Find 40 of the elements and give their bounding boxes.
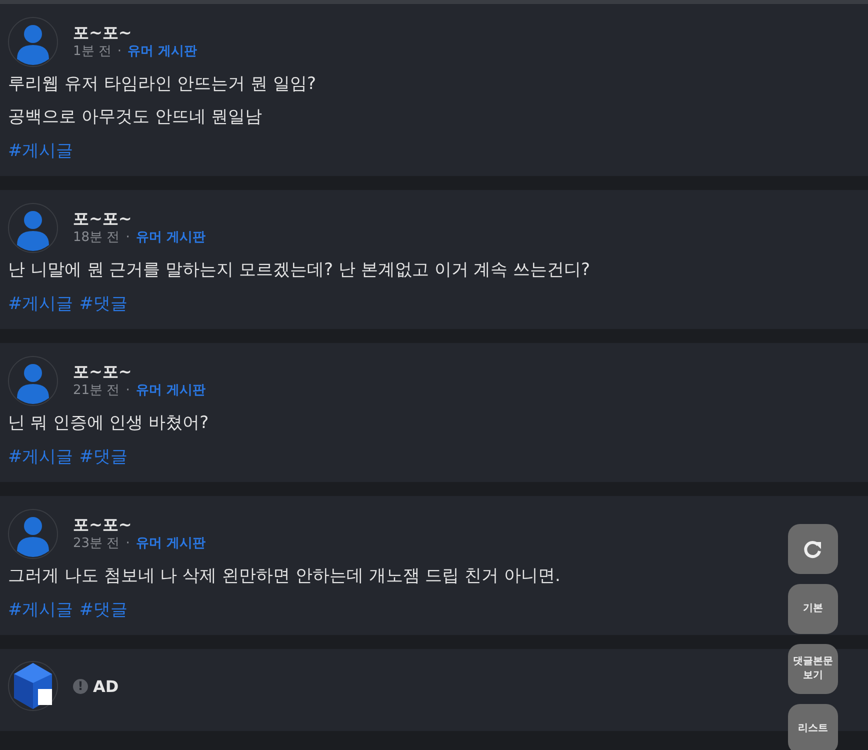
author-name[interactable]: 포~포~ [73, 515, 206, 535]
refresh-button[interactable] [788, 524, 838, 574]
board-link[interactable]: 유머 게시판 [136, 535, 206, 553]
refresh-icon [803, 539, 823, 559]
separator: · [117, 43, 122, 61]
author-name[interactable]: 포~포~ [73, 362, 206, 382]
tag-link[interactable]: #댓글 [79, 445, 128, 468]
tag-link[interactable]: #댓글 [79, 598, 128, 621]
avatar-icon [8, 356, 58, 406]
post-time: 23분 전 [73, 535, 120, 553]
avatar-icon [8, 509, 58, 559]
view-button[interactable]: 리스트 [788, 704, 838, 750]
board-link[interactable]: 유머 게시판 [136, 382, 206, 400]
post-text: 난 니말에 뭔 근거를 말하는지 모르겠는데? 난 본계없고 이거 계속 쓰는건디? [8, 259, 592, 282]
tag-link[interactable]: #게시글 [8, 598, 74, 621]
avatar-icon [8, 203, 58, 253]
post-text: 닌 뭐 인증에 인생 바쳤어? [8, 412, 210, 435]
board-link[interactable]: 유머 게시판 [128, 43, 198, 61]
post-time: 18분 전 [73, 229, 120, 247]
logo-icon [8, 661, 58, 711]
author-name[interactable]: 포~포~ [73, 23, 198, 43]
post-text: 공백으로 아무것도 안뜨네 뭔일남 [8, 106, 264, 129]
avatar-icon [8, 17, 58, 67]
author-name[interactable]: 포~포~ [73, 209, 206, 229]
alert-icon: ! [73, 678, 88, 694]
tag-link[interactable]: #댓글 [79, 292, 128, 315]
post-time: 1분 전 [73, 43, 112, 61]
post-text: 그러게 나도 첨보네 나 삭제 왼만하면 안하는데 개노잼 드립 친거 아니면. [8, 565, 562, 588]
post-text: 루리웹 유저 타임라인 안뜨는거 뭔 일임? [8, 73, 318, 96]
tag-link[interactable]: #게시글 [8, 445, 74, 468]
separator: · [126, 382, 130, 400]
post-time: 21분 전 [73, 382, 120, 400]
separator: · [126, 229, 130, 247]
tag-link[interactable]: #게시글 [8, 139, 74, 162]
separator: · [126, 535, 130, 553]
view-button[interactable]: 기본 [788, 584, 838, 634]
view-button[interactable]: 댓글본문 보기 [788, 644, 838, 694]
board-link[interactable]: 유머 게시판 [136, 229, 206, 247]
ad-label: AD [93, 676, 119, 696]
tag-link[interactable]: #게시글 [8, 292, 74, 315]
